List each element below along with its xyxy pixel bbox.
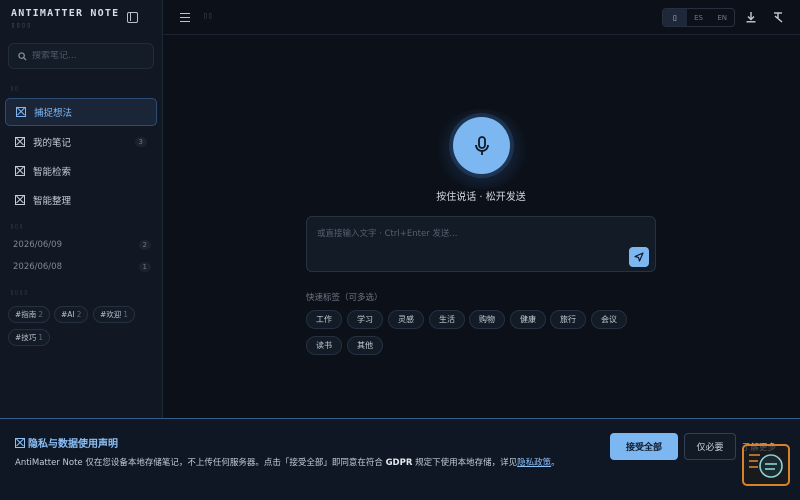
nav-section-label: ▯▯	[10, 85, 20, 92]
date-item[interactable]: 2026/06/08 1	[13, 262, 151, 272]
tag-section-label: ▯▯▯▯	[10, 289, 29, 296]
top-bar: ▯▯ ▯ ES EN	[163, 0, 800, 35]
sidebar-item-smart-organize[interactable]: 智能整理	[5, 186, 157, 214]
date-item[interactable]: 2026/06/09 2	[13, 240, 151, 250]
privacy-title: 隐私与数据使用声明	[15, 435, 118, 450]
send-button[interactable]	[629, 247, 649, 267]
tag-chip[interactable]: #指南 2	[8, 306, 51, 323]
accept-all-button[interactable]: 接受全部	[610, 433, 678, 460]
missing-glyph-icon	[16, 107, 26, 117]
help-widget-button[interactable]	[742, 444, 790, 486]
privacy-policy-link[interactable]: 隐私政策	[517, 458, 551, 468]
sidebar-item-my-notes[interactable]: 我的笔记 3	[5, 128, 157, 156]
quick-tag[interactable]: 学习	[347, 310, 383, 329]
gdpr-text: GDPR	[385, 458, 413, 468]
tag-chip[interactable]: #欢迎 1	[93, 306, 136, 323]
privacy-banner: 隐私与数据使用声明 AntiMatter Note 仅在您设备本地存储笔记，不上…	[0, 418, 800, 500]
tag-label: #AI	[61, 310, 75, 319]
tag-label: #指南	[15, 310, 37, 319]
quick-tag[interactable]: 旅行	[550, 310, 586, 329]
date-section-label: ▯▯▯	[10, 223, 24, 230]
tag-count: 2	[76, 310, 82, 319]
sidebar-item-smart-search[interactable]: 智能检索	[5, 157, 157, 185]
tag-count: 1	[38, 333, 44, 342]
microphone-icon	[474, 135, 489, 155]
necessary-only-button[interactable]: 仅必要	[684, 433, 736, 460]
menu-icon[interactable]	[180, 13, 190, 22]
quick-tag[interactable]: 会议	[591, 310, 627, 329]
clear-format-icon[interactable]	[772, 11, 784, 23]
missing-glyph-icon	[15, 195, 25, 205]
missing-glyph-icon	[15, 437, 25, 448]
sidebar-item-label: 智能整理	[33, 196, 72, 207]
privacy-text-part: 规定下使用本地存储，详见	[412, 458, 518, 468]
search-input[interactable]	[32, 51, 147, 61]
mic-caption: 按住说话 · 松开发送	[436, 192, 526, 203]
record-button[interactable]	[453, 117, 510, 174]
quick-tag[interactable]: 读书	[306, 336, 342, 355]
quick-tag[interactable]: 购物	[469, 310, 505, 329]
tag-label: #技巧	[15, 333, 37, 342]
privacy-title-text: 隐私与数据使用声明	[28, 439, 118, 450]
search-icon	[18, 51, 27, 61]
app-title: ANTIMATTER NOTE	[11, 8, 120, 19]
quick-tag[interactable]: 其他	[347, 336, 383, 355]
quick-tag[interactable]: 灵感	[388, 310, 424, 329]
quick-tag[interactable]: 健康	[510, 310, 546, 329]
note-input-box	[306, 216, 656, 272]
download-icon[interactable]	[745, 11, 757, 23]
tag-chip[interactable]: #AI 2	[54, 306, 89, 323]
privacy-text-part: AntiMatter Note 仅在您设备本地存储笔记，不上传任何服务器。点击「…	[15, 458, 386, 468]
tag-count: 2	[38, 310, 44, 319]
note-text-input[interactable]	[317, 227, 617, 263]
sidebar-item-label: 捕捉想法	[34, 108, 73, 119]
quick-tags-label: 快速标签（可多选）	[306, 293, 383, 303]
language-option-es[interactable]: ES	[687, 9, 711, 26]
privacy-text: AntiMatter Note 仅在您设备本地存储笔记，不上传任何服务器。点击「…	[15, 456, 590, 471]
missing-glyph-icon	[15, 137, 25, 147]
tag-count: 1	[123, 310, 129, 319]
tag-chip[interactable]: #技巧 1	[8, 329, 51, 346]
quick-tag[interactable]: 工作	[306, 310, 342, 329]
sidebar-item-label: 智能检索	[33, 167, 72, 178]
privacy-text-end: 。	[551, 458, 560, 468]
brand: ANTIMATTER NOTE ▯▯▯▯	[11, 8, 119, 29]
top-code-text: ▯▯	[203, 11, 213, 20]
language-switcher: ▯ ES EN	[662, 8, 735, 27]
send-icon	[634, 252, 644, 262]
help-widget-icon	[749, 454, 783, 478]
language-option-en[interactable]: EN	[710, 9, 734, 26]
sidebar-item-capture[interactable]: 捕捉想法	[5, 98, 157, 126]
language-option[interactable]: ▯	[663, 9, 687, 26]
app-subtitle: ▯▯▯▯	[11, 21, 32, 29]
sidebar-toggle-icon[interactable]	[127, 12, 138, 23]
date-label: 2026/06/09	[13, 240, 62, 250]
sidebar-item-label: 我的笔记	[33, 138, 72, 149]
tag-label: #欢迎	[100, 310, 122, 319]
search-box[interactable]	[8, 43, 154, 69]
date-label: 2026/06/08	[13, 262, 62, 272]
missing-glyph-icon	[15, 166, 25, 176]
quick-tag[interactable]: 生活	[429, 310, 465, 329]
date-count-badge: 1	[138, 262, 151, 272]
date-count-badge: 2	[138, 240, 151, 250]
notes-count-badge: 3	[134, 137, 147, 147]
